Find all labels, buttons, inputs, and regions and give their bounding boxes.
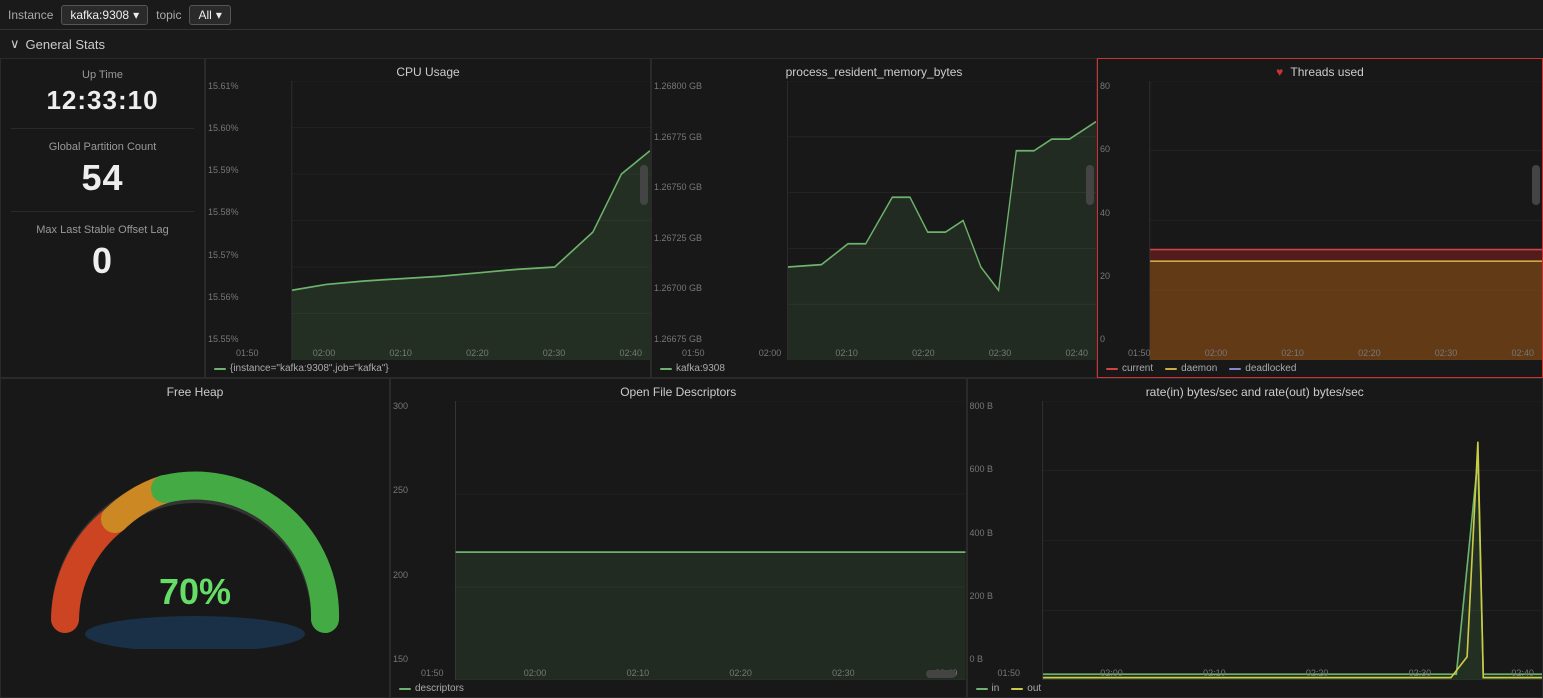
bytes-chart-area: 800 B600 B400 B200 B0 B 01:5002:0002:100… [968,401,1543,680]
section-arrow: ∨ [10,36,20,52]
partition-box: Global Partition Count 54 [11,141,194,199]
cpu-chart-title: CPU Usage [206,59,650,81]
memory-scrollbar[interactable] [1086,165,1094,205]
memory-legend: kafka:9308 [652,360,1096,377]
heap-chart-panel: Free Heap 70% [0,378,390,698]
topic-label: topic [156,8,181,22]
memory-legend-item: kafka:9308 [660,363,725,374]
top-row: Up Time 12:33:10 Global Partition Count … [0,58,1543,378]
bytes-legend-in: in [976,683,1000,694]
uptime-label: Up Time [11,69,194,81]
section-title: General Stats [26,37,106,52]
instance-label: Instance [8,8,53,22]
uptime-box: Up Time 12:33:10 [11,69,194,116]
threads-legend-current: current [1106,363,1153,374]
threads-chart-area: 806040200 01:5002:0002:1002:2002:3002:40 [1098,81,1542,360]
memory-chart-area: 1.26800 GB1.26775 GB1.26750 GB1.26725 GB… [652,81,1096,360]
partition-label: Global Partition Count [11,141,194,153]
threads-legend-deadlocked: deadlocked [1229,363,1296,374]
bytes-legend-out: out [1011,683,1041,694]
topic-dropdown[interactable]: All ▾ [189,5,230,25]
bytes-chart-title: rate(in) bytes/sec and rate(out) bytes/s… [968,379,1543,401]
cpu-legend: {instance="kafka:9308",job="kafka"} [206,360,650,377]
bytes-chart-panel: rate(in) bytes/sec and rate(out) bytes/s… [967,378,1543,698]
threads-legend-daemon: daemon [1165,363,1217,374]
offset-value: 0 [11,240,194,282]
files-chart-area: 300250200150 01:5002:0002:1002:2002:3002… [391,401,966,680]
threads-scrollbar[interactable] [1532,165,1540,205]
gauge-container: 70% [1,401,389,697]
memory-chart-panel: process_resident_memory_bytes 1.26800 GB… [651,58,1097,378]
bytes-legend: in out [968,680,1543,697]
cpu-chart-panel: CPU Usage 15.61%15.60%15.59%15.58%15.57%… [205,58,651,378]
instance-dropdown[interactable]: kafka:9308 ▾ [61,5,148,25]
partition-value: 54 [11,157,194,199]
files-legend-item: descriptors [399,683,464,694]
bottom-row: Free Heap 70% Open File Descriptors [0,378,1543,698]
files-legend: descriptors [391,680,966,697]
svg-text:70%: 70% [159,571,231,612]
offset-label: Max Last Stable Offset Lag [11,224,194,236]
divider2 [11,211,194,212]
topbar: Instance kafka:9308 ▾ topic All ▾ [0,0,1543,30]
divider1 [11,128,194,129]
heap-chart-title: Free Heap [1,379,389,401]
memory-chart-title: process_resident_memory_bytes [652,59,1096,81]
cpu-scrollbar[interactable] [640,165,648,205]
files-chart-panel: Open File Descriptors 300250200150 01:50… [390,378,967,698]
cpu-chart-area: 15.61%15.60%15.59%15.58%15.57%15.56%15.5… [206,81,650,360]
offset-box: Max Last Stable Offset Lag 0 [11,224,194,282]
cpu-legend-item: {instance="kafka:9308",job="kafka"} [214,363,389,374]
threads-chart-title: ♥ Threads used [1098,59,1542,81]
alert-icon: ♥ [1276,65,1283,79]
stats-panel: Up Time 12:33:10 Global Partition Count … [0,58,205,378]
files-scrollbar[interactable] [926,670,956,678]
threads-chart-panel: ♥ Threads used 806040200 [1097,58,1543,378]
uptime-value: 12:33:10 [11,85,194,116]
threads-legend: current daemon deadlocked [1098,360,1542,377]
files-chart-title: Open File Descriptors [391,379,966,401]
section-header: ∨ General Stats [0,30,1543,58]
